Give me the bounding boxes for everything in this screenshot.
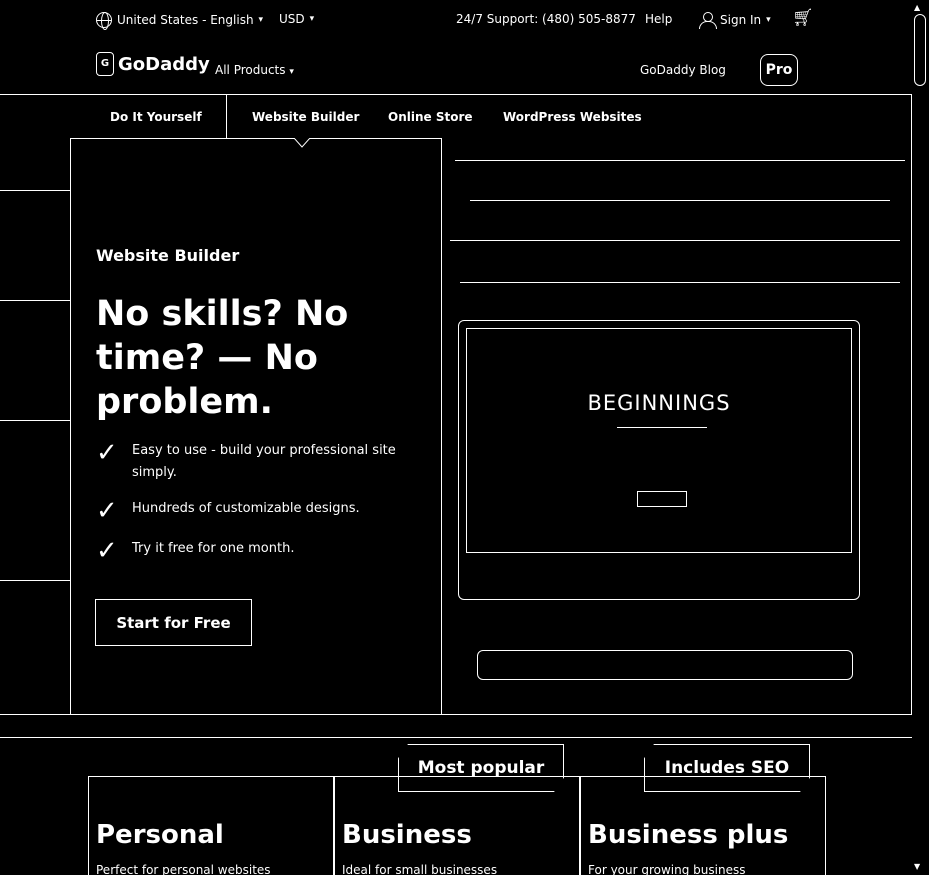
subnav-divider [226,94,227,138]
background-texture [0,190,70,191]
all-products-label: All Products [215,63,286,77]
background-texture [450,240,900,241]
includes-seo-badge: Includes SEO [644,744,810,792]
chevron-down-icon: ▾ [766,15,771,25]
list-item: ✓ Try it free for one month. [96,538,416,564]
feature-list: ✓ Easy to use - build your professional … [96,440,416,578]
blog-label: GoDaddy Blog [640,63,726,77]
background-texture [455,160,905,161]
plan-description: For your growing business [588,863,746,875]
locale-label: United States - English [117,13,254,27]
hero-eyebrow: Website Builder [96,246,240,265]
all-products-menu[interactable]: All Products ▾ [215,63,294,77]
hero-headline: No skills? No time? — No problem. [96,294,349,422]
laptop-screen: BEGINNINGS [466,328,852,553]
chevron-down-icon: ▾ [289,67,294,77]
checkmark-icon: ✓ [96,438,118,468]
most-popular-badge: Most popular [398,744,564,792]
subnav-item-website-builder[interactable]: Website Builder [252,110,359,124]
background-texture [0,420,70,421]
checkmark-icon: ✓ [96,536,118,566]
start-for-free-button[interactable]: Start for Free [95,599,252,646]
background-texture [0,300,70,301]
subnav-pointer-icon [294,138,310,148]
screen-title: BEGINNINGS [587,391,731,415]
sign-in-label: Sign In [720,13,762,27]
help-label: Help [645,12,673,26]
subnav-item-do-it-yourself[interactable]: Do It Yourself [110,110,202,124]
support-label: 24/7 Support: (480) 505-8877 [456,12,636,26]
screen-button-shape [637,491,687,507]
chevron-down-icon: ▾ [309,14,315,24]
cart-icon: 🛒︎ [792,8,814,28]
godaddy-logo[interactable]: G GoDaddy [96,52,210,76]
chevron-down-icon: ▾ [258,15,264,25]
feature-text: Try it free for one month. [132,541,295,556]
pro-link[interactable]: Pro [760,54,798,86]
logo-mark-icon: G [96,52,114,76]
currency-selector[interactable]: USD ▾ [279,12,314,26]
blog-link[interactable]: GoDaddy Blog [640,63,726,77]
subnav-item-online-store[interactable]: Online Store [388,110,473,124]
support-phone-link[interactable]: 24/7 Support: (480) 505-8877 [456,12,636,26]
feature-text: Hundreds of customizable designs. [132,501,360,516]
keyboard-image [477,650,853,680]
currency-label: USD [279,12,305,26]
scroll-up-icon[interactable]: ▲ [914,3,920,12]
plan-description: Perfect for personal websites [96,863,271,875]
feature-text: Easy to use - build your professional si… [132,443,396,480]
scrollbar[interactable] [912,0,929,875]
pricing-section-top [0,737,912,738]
logo-text: GoDaddy [118,53,210,75]
plan-name: Business [342,820,472,850]
screen-divider [617,427,707,428]
list-item: ✓ Easy to use - build your professional … [96,440,416,484]
person-icon [699,12,717,29]
pro-label: Pro [765,62,793,78]
background-texture [470,200,890,201]
utility-bar: United States - English ▾ USD ▾ 24/7 Sup… [0,0,910,42]
locale-selector[interactable]: United States - English ▾ [96,12,264,30]
globe-icon [96,12,112,30]
plan-name: Business plus [588,820,789,850]
help-link[interactable]: Help [645,12,672,26]
scroll-down-icon[interactable]: ▼ [914,862,920,871]
cart-button[interactable]: 🛒︎ [792,8,814,28]
background-texture [460,282,900,283]
subnav-item-wordpress-websites[interactable]: WordPress Websites [503,110,642,124]
plan-description: Ideal for small businesses [342,863,498,875]
sign-in-menu[interactable]: Sign In ▾ [699,12,771,29]
background-texture [0,580,70,581]
scrollbar-thumb[interactable] [914,14,926,86]
checkmark-icon: ✓ [96,496,118,526]
plan-name: Personal [96,820,224,850]
list-item: ✓ Hundreds of customizable designs. [96,498,416,524]
